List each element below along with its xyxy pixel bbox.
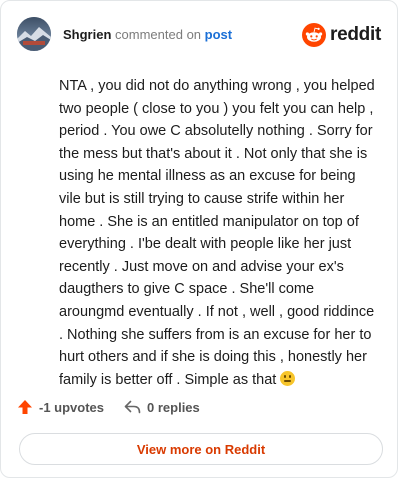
comment-actions: -1 upvotes 0 replies	[17, 399, 220, 415]
upvote-arrow-icon	[18, 400, 32, 414]
username[interactable]: Shgrien	[63, 27, 111, 42]
avatar-image-icon	[17, 17, 51, 51]
comment-text: NTA , you did not do anything wrong , yo…	[59, 78, 375, 388]
reply-arrow-icon	[124, 400, 141, 414]
comment-header: Shgrien commented on post reddit	[17, 17, 381, 53]
comment-byline: Shgrien commented on post	[63, 27, 232, 42]
reddit-logo[interactable]: reddit	[302, 23, 381, 47]
upvote-button[interactable]: -1 upvotes	[17, 399, 104, 415]
user-avatar[interactable]	[17, 17, 51, 51]
reddit-wordmark: reddit	[330, 24, 381, 45]
view-more-on-reddit-button[interactable]: View more on Reddit	[19, 433, 383, 465]
comment-body: NTA , you did not do anything wrong , yo…	[59, 75, 377, 391]
upvote-count: -1 upvotes	[39, 399, 105, 415]
slightly-smiling-face-icon	[280, 370, 296, 386]
reddit-comment-card: Shgrien commented on post reddit NTA , y…	[0, 0, 398, 478]
reddit-snoo-icon	[302, 23, 327, 47]
reply-count: 0 replies	[147, 399, 200, 415]
post-link[interactable]: post	[205, 27, 232, 42]
replies-button[interactable]: 0 replies	[124, 400, 200, 415]
commented-on-label: commented on	[115, 27, 202, 42]
